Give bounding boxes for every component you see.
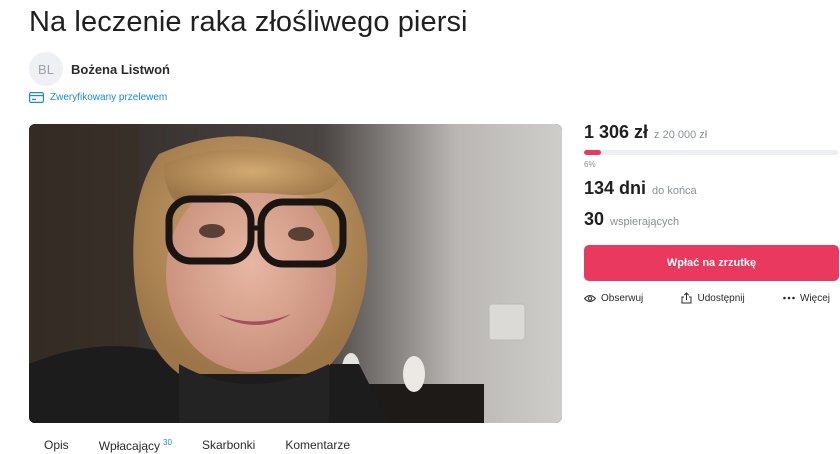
campaign-title: Na leczenie raka złośliwego piersi [29, 6, 468, 38]
avatar: BL [29, 52, 63, 86]
tab-wplacajacy[interactable]: Wpłacający 30 [99, 438, 172, 453]
tab-skarbonki[interactable]: Skarbonki [202, 438, 255, 453]
verified-label: Zweryfikowany przelewem [50, 92, 168, 103]
funding-panel: 1 306 zł z 20 000 zł 6% 134 dni do końca… [584, 122, 840, 304]
campaign-tabs: Opis Wpłacający 30 Skarbonki Komentarze [29, 438, 350, 453]
backers-count: 30 wspierających [584, 209, 840, 230]
follow-label: Obserwuj [601, 292, 644, 304]
tab-wplacajacy-count: 30 [163, 438, 172, 447]
days-left: 134 dni do końca [584, 178, 840, 199]
verified-card-icon [29, 92, 44, 103]
days-left-value: 134 dni [584, 178, 647, 198]
progress-fill [584, 150, 601, 155]
campaign-actions: Obserwuj Udostępnij Więcej [584, 292, 830, 304]
campaign-photo [29, 124, 562, 423]
amount-row: 1 306 zł z 20 000 zł [584, 122, 840, 143]
campaign-photo-image [29, 124, 562, 423]
verified-badge: Zweryfikowany przelewem [29, 92, 167, 103]
follow-button[interactable]: Obserwuj [584, 293, 643, 304]
share-icon [681, 292, 692, 304]
more-button[interactable]: Więcej [783, 293, 830, 304]
progress-bar [584, 150, 838, 155]
backers-value: 30 [584, 209, 605, 229]
eye-icon [584, 294, 596, 302]
more-label: Więcej [799, 292, 830, 304]
progress-percent: 6% [584, 160, 596, 169]
amount-goal: z 20 000 zł [654, 129, 708, 141]
author[interactable]: BL Bożena Listwoń [29, 52, 170, 86]
share-label: Udostępnij [697, 292, 745, 304]
tab-komentarze[interactable]: Komentarze [285, 438, 350, 453]
backers-label: wspierających [610, 216, 680, 228]
share-button[interactable]: Udostępnij [681, 292, 745, 304]
more-dots-icon [783, 296, 795, 300]
amount-raised: 1 306 zł [584, 122, 649, 142]
tab-opis[interactable]: Opis [44, 438, 69, 453]
tab-wplacajacy-label: Wpłacający [98, 439, 161, 453]
author-name[interactable]: Bożena Listwoń [71, 62, 170, 77]
days-left-label: do końca [652, 185, 697, 197]
donate-button[interactable]: Wpłać na zrzutkę [584, 245, 839, 281]
